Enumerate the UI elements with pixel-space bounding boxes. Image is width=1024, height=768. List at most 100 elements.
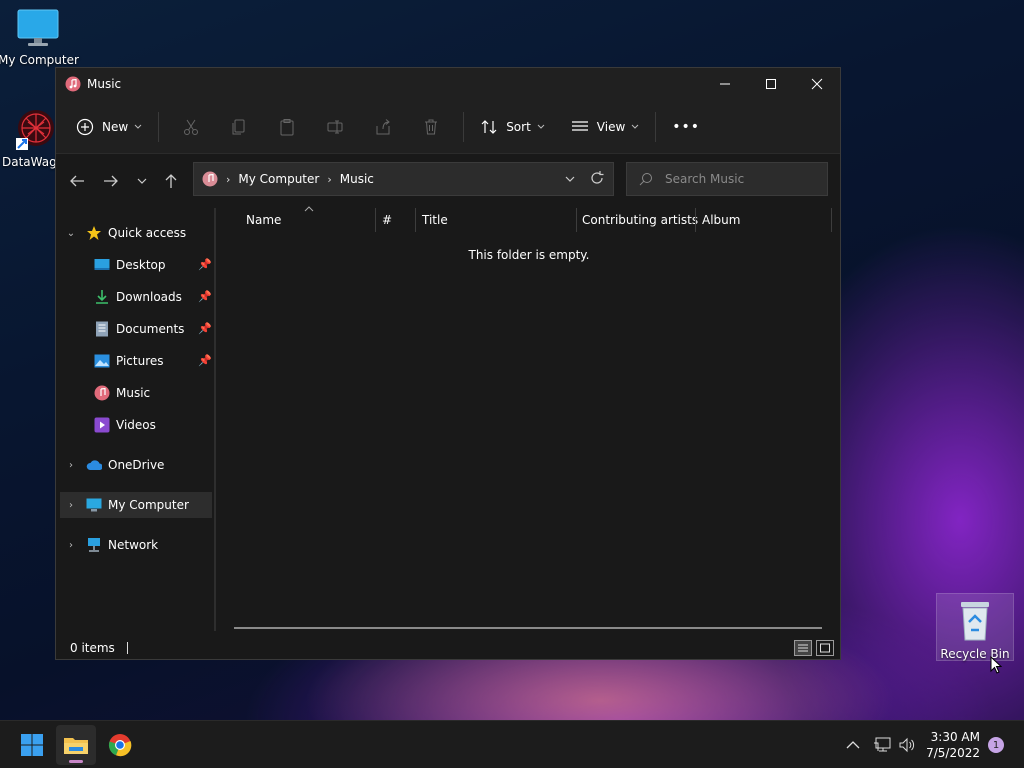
document-icon [94, 321, 110, 337]
pin-icon: 📌 [198, 290, 212, 303]
sidebar-item-documents[interactable]: Documents [94, 316, 184, 342]
close-button[interactable] [794, 68, 840, 100]
sidebar-item-network[interactable]: Network [86, 532, 158, 558]
sidebar-item-downloads[interactable]: Downloads [94, 284, 182, 310]
sidebar-item-label: Videos [116, 418, 156, 432]
delete-button[interactable] [407, 111, 455, 143]
breadcrumb-my-computer[interactable]: My Computer [238, 172, 319, 186]
address-dropdown-button[interactable] [565, 171, 575, 185]
large-icons-view-button[interactable] [816, 640, 834, 656]
arrow-right-icon [104, 175, 118, 187]
sidebar-item-desktop[interactable]: Desktop [94, 252, 166, 278]
copy-button[interactable] [215, 111, 263, 143]
sidebar-item-quick-access[interactable]: Quick access [86, 220, 186, 246]
sort-label: Sort [506, 119, 531, 134]
column-header-album[interactable]: Album [702, 208, 740, 232]
column-separator[interactable] [375, 208, 376, 232]
search-input[interactable] [665, 172, 815, 186]
toolbar-separator [158, 111, 160, 142]
details-view-icon [798, 644, 808, 652]
network-tray-button[interactable] [873, 721, 891, 768]
toolbar-separator [463, 111, 465, 142]
file-explorer-window: Music New Sort View ••• › My Computer › … [55, 67, 841, 660]
column-header-name[interactable]: Name [246, 208, 281, 232]
share-icon [376, 118, 390, 134]
cloud-icon [86, 457, 102, 473]
star-icon [86, 225, 102, 241]
column-separator[interactable] [695, 208, 696, 232]
column-separator[interactable] [831, 208, 832, 232]
view-button[interactable]: View [563, 111, 647, 143]
details-view-button[interactable] [794, 640, 812, 656]
sort-icon [481, 119, 497, 134]
breadcrumb-music[interactable]: Music [340, 172, 374, 186]
refresh-icon [591, 171, 604, 184]
desktop-icon-label: My Computer [0, 53, 79, 67]
forward-button[interactable] [94, 166, 128, 196]
share-button[interactable] [359, 111, 407, 143]
chevron-right-icon[interactable]: › [64, 532, 78, 558]
column-header-number[interactable]: # [382, 208, 392, 232]
refresh-button[interactable] [589, 170, 605, 189]
clock[interactable]: 3:30 AM 7/5/2022 [926, 729, 980, 761]
show-hidden-icons-button[interactable] [846, 721, 860, 768]
volume-icon [899, 737, 915, 753]
taskbar-file-explorer[interactable] [56, 725, 96, 765]
rename-icon [327, 120, 343, 133]
breadcrumb-separator: › [327, 172, 332, 186]
title-bar[interactable]: Music [56, 68, 840, 100]
chevron-down-icon[interactable]: ⌄ [64, 220, 78, 246]
notification-badge[interactable]: 1 [988, 737, 1004, 753]
desktop-icon [94, 257, 110, 273]
music-folder-icon [65, 76, 81, 92]
command-bar: New Sort View ••• [56, 100, 840, 154]
minimize-button[interactable] [702, 68, 748, 100]
pin-icon: 📌 [198, 322, 212, 335]
desktop-icon-recycle-bin[interactable]: Recycle Bin [936, 593, 1014, 661]
chevron-right-icon[interactable]: › [64, 492, 78, 518]
more-options-button[interactable]: ••• [664, 111, 708, 143]
address-bar[interactable]: › My Computer › Music [193, 162, 614, 196]
large-icons-view-icon [820, 643, 830, 653]
back-button[interactable] [60, 166, 94, 196]
sidebar-item-my-computer[interactable]: My Computer [86, 492, 189, 518]
chevron-down-icon [137, 178, 147, 184]
datawago-app-icon [16, 110, 54, 150]
sidebar-item-videos[interactable]: Videos [94, 412, 156, 438]
recent-locations-button[interactable] [128, 166, 156, 196]
up-button[interactable] [156, 166, 186, 196]
start-button[interactable] [12, 725, 52, 765]
toolbar-separator [655, 111, 657, 142]
column-header-contributing-artists[interactable]: Contributing artists [582, 208, 698, 232]
copy-icon [232, 119, 245, 134]
paste-button[interactable] [263, 111, 311, 143]
horizontal-scrollbar[interactable] [234, 627, 822, 629]
cut-button[interactable] [167, 111, 215, 143]
pin-icon: 📌 [198, 258, 212, 271]
search-icon [639, 173, 652, 186]
close-icon [811, 78, 823, 90]
sidebar-item-music[interactable]: Music [94, 380, 150, 406]
search-box[interactable] [626, 162, 828, 196]
desktop-icon-my-computer[interactable]: My Computer [0, 8, 79, 67]
chrome-icon [108, 734, 132, 757]
column-header-title[interactable]: Title [422, 208, 448, 232]
sidebar-item-pictures[interactable]: Pictures [94, 348, 164, 374]
maximize-button[interactable] [748, 68, 794, 100]
minimize-icon [720, 83, 730, 85]
new-button[interactable]: New [68, 111, 150, 143]
sidebar-item-label: Network [108, 538, 159, 552]
sidebar-item-label: Pictures [116, 354, 164, 368]
rename-button[interactable] [311, 111, 359, 143]
taskbar-chrome[interactable] [100, 725, 140, 765]
pictures-icon [94, 353, 110, 369]
chevron-right-icon[interactable]: › [64, 452, 78, 478]
volume-tray-button[interactable] [898, 721, 916, 768]
status-separator [126, 642, 128, 654]
sidebar-item-onedrive[interactable]: OneDrive [86, 452, 164, 478]
sort-button[interactable]: Sort [472, 111, 553, 143]
sidebar-item-label: Documents [116, 322, 185, 336]
column-separator[interactable] [576, 208, 577, 232]
trash-icon [425, 119, 438, 134]
column-separator[interactable] [415, 208, 416, 232]
